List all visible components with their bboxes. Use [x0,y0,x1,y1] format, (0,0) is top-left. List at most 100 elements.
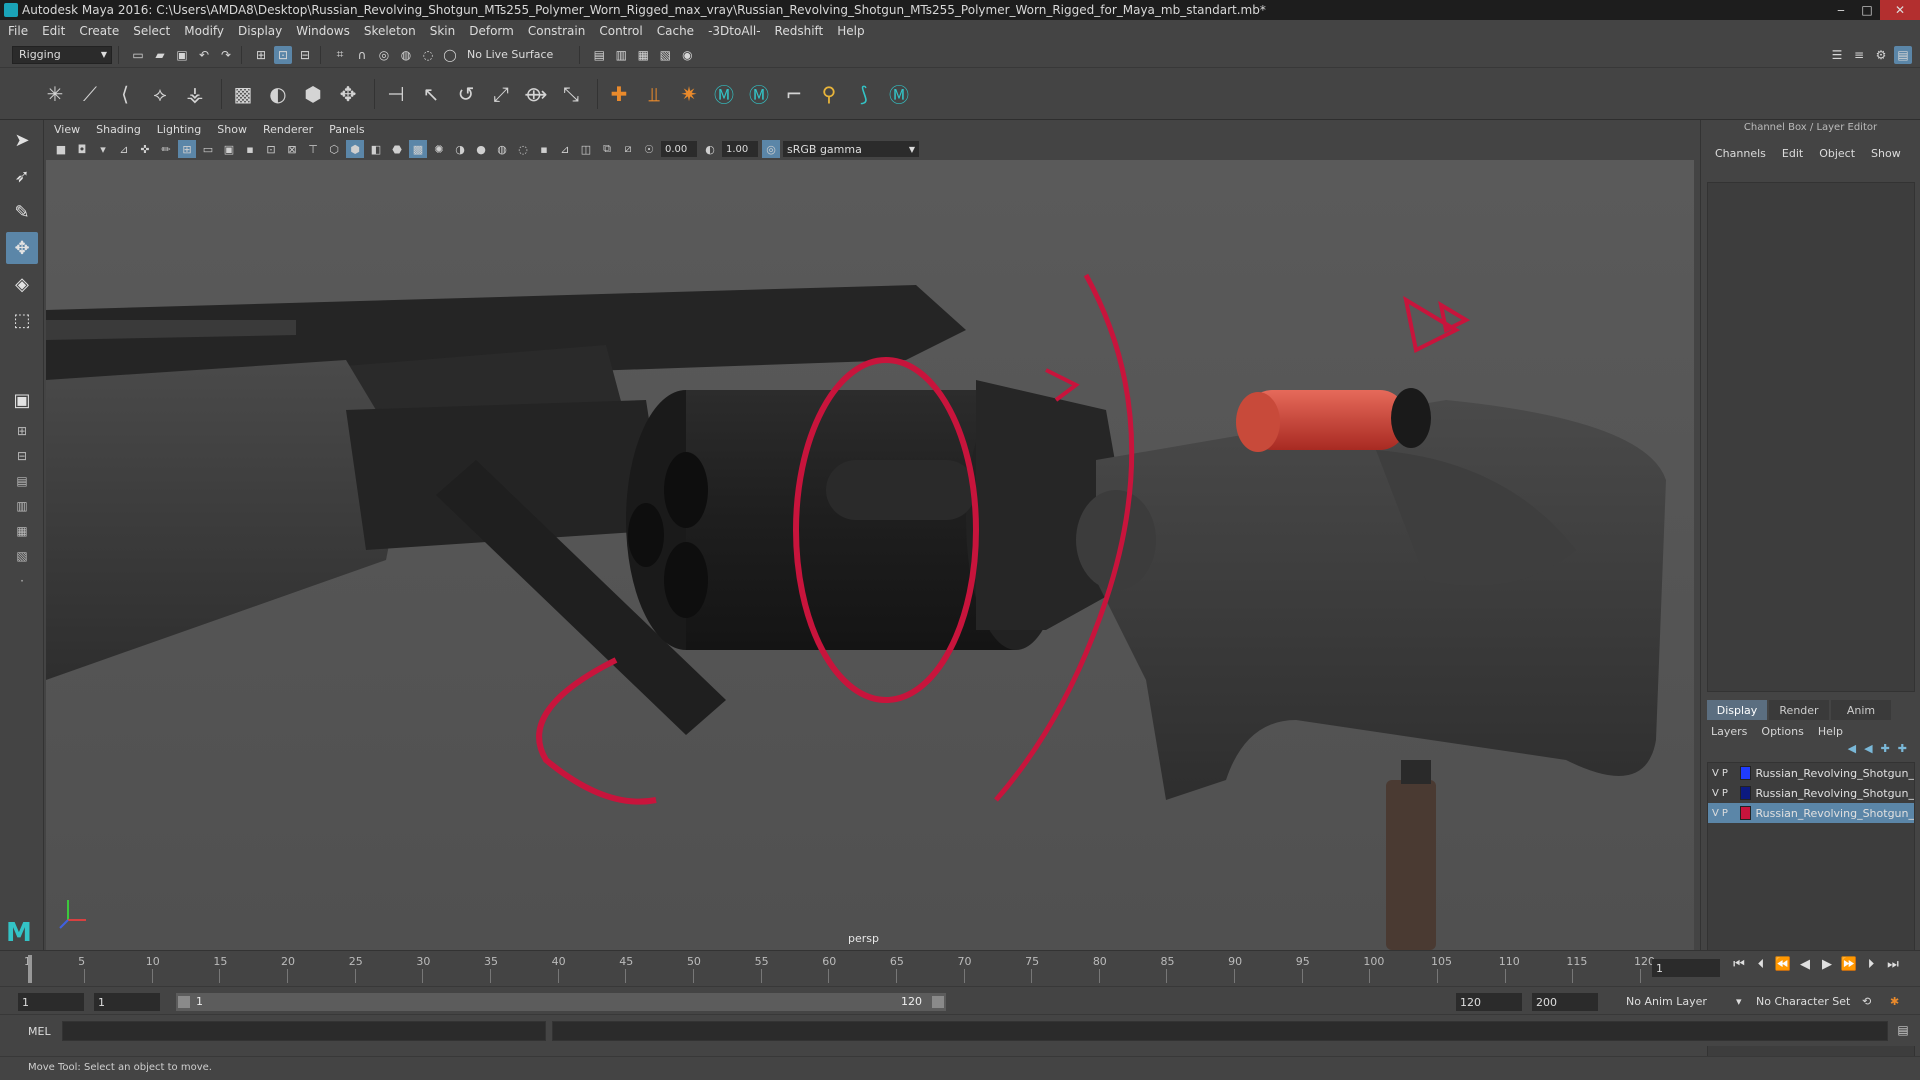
chevron-down-icon[interactable]: ▾ [1736,995,1742,1008]
image-plane-icon[interactable]: ⊿ [115,140,133,158]
3d-viewport[interactable]: persp [46,160,1694,950]
command-input[interactable] [62,1021,546,1041]
collapse-icon[interactable]: · [6,570,38,592]
new-layer-selected-icon[interactable]: ✚ [1881,742,1890,760]
hypershade-view-icon[interactable]: ▦ [6,520,38,542]
layer-playback[interactable]: P [1722,788,1732,799]
snap-projected-icon[interactable]: ◍ [397,46,415,64]
two-view-icon[interactable]: ⊟ [6,445,38,467]
menu-modify[interactable]: Modify [184,24,224,38]
rotate-tool-icon[interactable]: ◈ [6,268,38,300]
aim-constraint-icon[interactable]: ↖ [416,79,446,109]
anim-layer-dropdown[interactable]: No Anim Layer [1626,995,1707,1008]
animation-end-field[interactable]: 200 [1532,993,1598,1011]
panel-menu-show[interactable]: Show [217,123,247,136]
ik-fk-icon[interactable]: ⫫ [639,79,669,109]
new-scene-icon[interactable]: ▭ [129,46,147,64]
blank-shelf-icon[interactable]: ⌐ [779,79,809,109]
menu-3dtoall[interactable]: -3DtoAll- [708,24,760,38]
script-language-label[interactable]: MEL [28,1025,51,1038]
menu-help[interactable]: Help [837,24,864,38]
anim-preferences-icon[interactable]: ✱ [1890,995,1899,1008]
snap-point-icon[interactable]: ◎ [375,46,393,64]
tab-render[interactable]: Render [1769,700,1829,720]
outliner-view-icon[interactable]: ▤ [6,470,38,492]
move-tool-icon[interactable]: ✥ [6,232,38,264]
time-slider[interactable]: 1510152025303540455055606570758085909510… [0,950,1920,986]
menu-cache[interactable]: Cache [657,24,694,38]
paint-select-icon[interactable]: ✎ [6,196,38,228]
select-object-icon[interactable]: ⊡ [274,45,292,64]
wireframe-on-shaded-icon[interactable]: ⬣ [388,140,406,158]
tool-settings-icon[interactable]: ⚙ [1872,46,1890,64]
step-back-key-icon[interactable]: ⏪ [1772,957,1794,972]
bind-skin-icon[interactable]: ▩ [228,79,258,109]
exposure-field[interactable]: 0.00 [661,141,697,157]
panel-menu-shading[interactable]: Shading [96,123,141,136]
play-forward-icon[interactable]: ▶ [1816,957,1838,972]
resolution-gate-icon[interactable]: ▣ [220,140,238,158]
ik-spline-icon[interactable]: ⟨ [110,79,140,109]
script-editor-icon[interactable]: ▤ [1894,1023,1912,1041]
layer-visibility[interactable]: V [1712,788,1722,799]
lasso-tool-icon[interactable]: ➶ [6,160,38,192]
range-end-handle[interactable] [932,996,944,1008]
color-space-dropdown[interactable]: sRGB gamma ▼ [783,141,919,157]
layer-row[interactable]: V P Russian_Revolving_Shotgun_ [1708,763,1914,783]
xray-icon[interactable]: ◫ [577,140,595,158]
cb-menu-object[interactable]: Object [1819,147,1855,160]
use-default-material-icon[interactable]: ◧ [367,140,385,158]
select-component-icon[interactable]: ⊟ [296,46,314,64]
snap-curve-icon[interactable]: ∩ [353,46,371,64]
film-gate-icon[interactable]: ▭ [199,140,217,158]
maya-icon-2[interactable]: Ⓜ [744,79,774,109]
render-settings-icon[interactable]: ▧ [656,46,674,64]
layer-color-swatch[interactable] [1739,786,1752,800]
menu-select[interactable]: Select [133,24,170,38]
menu-control[interactable]: Control [599,24,642,38]
hik-icon[interactable]: ✷ [674,79,704,109]
menu-file[interactable]: File [8,24,28,38]
menu-constrain[interactable]: Constrain [528,24,586,38]
cluster-icon[interactable]: ✥ [333,79,363,109]
snap-view-plane-icon[interactable]: ◌ [419,46,437,64]
current-time-marker[interactable] [28,955,32,983]
gate-mask-icon[interactable]: ▪ [241,140,259,158]
pin-icon[interactable]: ⚲ [814,79,844,109]
motion-blur-icon[interactable]: ◍ [493,140,511,158]
layer-menu-help[interactable]: Help [1818,725,1843,738]
cb-menu-channels[interactable]: Channels [1715,147,1766,160]
play-backward-icon[interactable]: ◀ [1794,957,1816,972]
layer-playback[interactable]: P [1722,768,1732,779]
menu-create[interactable]: Create [79,24,119,38]
ipr-render-icon[interactable]: ▦ [634,46,652,64]
layer-color-swatch[interactable] [1739,766,1752,780]
undo-icon[interactable]: ↶ [195,46,213,64]
four-view-icon[interactable]: ⊞ [6,420,38,442]
xray-joints-icon[interactable]: ⧉ [598,140,616,158]
screen-space-ao-icon[interactable]: ● [472,140,490,158]
attribute-editor-icon[interactable]: ≡ [1850,46,1868,64]
exposure-icon[interactable]: ☉ [640,140,658,158]
render-frame-icon[interactable]: ▥ [612,46,630,64]
layer-color-swatch[interactable] [1739,806,1752,820]
more-layouts-icon[interactable]: ▧ [6,545,38,567]
step-back-frame-icon[interactable]: ⏴ [1750,957,1772,972]
move-layer-down-icon[interactable]: ◀ [1864,742,1872,760]
grease-pencil-icon[interactable]: ✏ [157,140,175,158]
menu-deform[interactable]: Deform [469,24,514,38]
safe-action-icon[interactable]: ⊠ [283,140,301,158]
joint-tool-icon[interactable]: ✳ [40,79,70,109]
channel-box-icon[interactable]: ▤ [1894,45,1912,64]
scale-constraint-icon[interactable]: ⤢ [486,79,516,109]
paint-weights-icon[interactable]: ◐ [263,79,293,109]
depth-of-field-icon[interactable]: ▪ [535,140,553,158]
maya-icon-3[interactable]: Ⓜ [884,79,914,109]
snap-grid-icon[interactable]: ⌗ [331,46,349,64]
render-view-icon[interactable]: ▤ [590,46,608,64]
time-ticks[interactable]: 1510152025303540455055606570758085909510… [24,955,1655,985]
gamma-field[interactable]: 1.00 [722,141,758,157]
use-all-lights-icon[interactable]: ✺ [430,140,448,158]
locator-icon[interactable]: ✚ [604,79,634,109]
grid-icon[interactable]: ⊞ [178,140,196,158]
